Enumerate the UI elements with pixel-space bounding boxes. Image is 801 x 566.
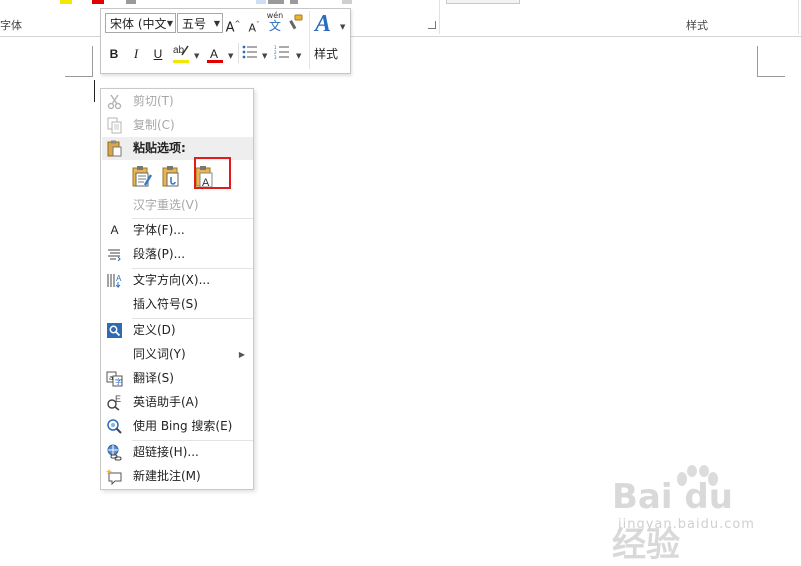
mini-toolbar: 宋体 (中文 ▼ 五号 ▼ A^ Aˇ wén 文 B I U ab ▼ A ▼… <box>100 8 351 74</box>
chevron-down-icon[interactable]: ▼ <box>262 52 267 60</box>
menu-item-cut[interactable]: 剪切(T) <box>101 90 253 113</box>
svg-text:3: 3 <box>274 55 277 59</box>
menu-item-paragraph[interactable]: 段落(P)... <box>101 243 253 266</box>
chevron-down-icon: ▼ <box>340 23 346 31</box>
menu-item-font[interactable]: A 字体(F)... <box>101 219 253 242</box>
highlight-color-swatch[interactable] <box>60 0 72 4</box>
menu-item-synonyms[interactable]: 同义词(Y) ▶ <box>101 343 253 366</box>
english-assistant-icon: E <box>106 394 123 411</box>
font-size-combo[interactable]: 五号 ▼ <box>177 13 223 33</box>
font-icon: A <box>110 223 119 237</box>
font-group-label: 字体 <box>0 19 22 32</box>
ribbon-button-stub[interactable] <box>342 0 352 4</box>
group-divider <box>439 0 440 34</box>
watermark-site: jingyan.baidu.com <box>618 517 755 532</box>
font-color-bar <box>207 60 223 63</box>
define-icon <box>106 322 123 339</box>
dialog-launcher-icon[interactable] <box>428 21 436 29</box>
copy-icon <box>106 117 123 134</box>
bold-button[interactable]: B <box>107 45 121 63</box>
toolbar-divider <box>238 43 239 63</box>
hyperlink-icon <box>106 444 123 461</box>
menu-item-define[interactable]: 定义(D) <box>101 319 253 342</box>
svg-text:A: A <box>116 274 122 283</box>
page-margin-corner-right <box>757 46 785 77</box>
menu-item-reconvert[interactable]: 汉字重选(V) <box>101 194 253 217</box>
text-cursor <box>94 80 95 102</box>
format-painter-icon[interactable] <box>287 14 305 35</box>
menu-item-insert-symbol[interactable]: 插入符号(S) <box>101 293 253 316</box>
paste-merge-formatting-icon[interactable] <box>162 165 182 189</box>
menu-item-translate[interactable]: a字 翻译(S) <box>101 367 253 390</box>
menu-item-bing-search[interactable]: 使用 Bing 搜索(E) <box>101 415 253 438</box>
shrink-font-button[interactable]: Aˇ <box>246 16 262 38</box>
chevron-down-icon[interactable]: ▼ <box>296 52 301 60</box>
baidu-jingyan-watermark: Bai du 经验 jingyan.baidu.com <box>612 465 762 565</box>
font-size-value: 五号 <box>182 17 207 31</box>
ribbon-button-stub[interactable] <box>256 0 266 4</box>
font-name-combo[interactable]: 宋体 (中文 ▼ <box>105 13 176 33</box>
styles-icon: A <box>315 11 332 37</box>
chevron-down-icon: ▼ <box>213 19 220 28</box>
ribbon-button-stub[interactable] <box>268 0 284 4</box>
search-icon <box>106 418 123 435</box>
numbering-icon[interactable]: 123 <box>273 45 291 64</box>
styles-label: 样式 <box>314 47 339 61</box>
svg-text:字: 字 <box>115 377 122 386</box>
styles-gallery[interactable] <box>446 0 520 4</box>
menu-item-new-comment[interactable]: 新建批注(M) <box>101 465 253 488</box>
highlight-box <box>194 157 231 189</box>
phonetic-guide-button[interactable]: wén 文 <box>265 11 285 33</box>
paste-keep-source-formatting-icon[interactable] <box>132 165 153 189</box>
underline-button[interactable]: U <box>151 45 165 63</box>
translate-icon: a字 <box>106 370 123 387</box>
new-comment-icon <box>106 468 123 486</box>
ribbon-button-stub[interactable] <box>290 0 298 4</box>
context-menu: 剪切(T) 复制(C) 粘贴选项: A 汉字重选(V) A 字体(F)... 段… <box>100 88 254 490</box>
paragraph-icon <box>106 246 123 263</box>
font-color-swatch[interactable] <box>92 0 104 4</box>
styles-button[interactable]: A ▼ 样式 <box>309 11 350 69</box>
chevron-down-icon[interactable]: ▼ <box>228 52 233 60</box>
font-name-value: 宋体 (中文 <box>110 17 167 31</box>
menu-item-english-assistant[interactable]: E 英语助手(A) <box>101 391 253 414</box>
styles-group-label: 样式 <box>686 19 708 32</box>
ribbon-button-stub[interactable] <box>126 0 136 4</box>
group-divider <box>798 0 799 34</box>
svg-text:E: E <box>115 394 121 404</box>
menu-item-hyperlink[interactable]: 超链接(H)... <box>101 441 253 464</box>
text-direction-icon: A <box>106 272 123 289</box>
clipboard-icon <box>106 140 123 165</box>
chevron-right-icon: ▶ <box>238 350 245 359</box>
highlight-color-bar <box>173 60 189 63</box>
menu-item-text-direction[interactable]: A 文字方向(X)... <box>101 269 253 292</box>
chevron-down-icon[interactable]: ▼ <box>194 52 199 60</box>
chevron-down-icon: ▼ <box>166 19 173 28</box>
page-margin-corner-left <box>65 46 93 77</box>
italic-button[interactable]: I <box>129 45 143 63</box>
scissors-icon <box>106 93 123 110</box>
grow-font-button[interactable]: A^ <box>225 15 241 37</box>
bullets-icon[interactable] <box>241 45 259 64</box>
menu-item-copy[interactable]: 复制(C) <box>101 114 253 137</box>
